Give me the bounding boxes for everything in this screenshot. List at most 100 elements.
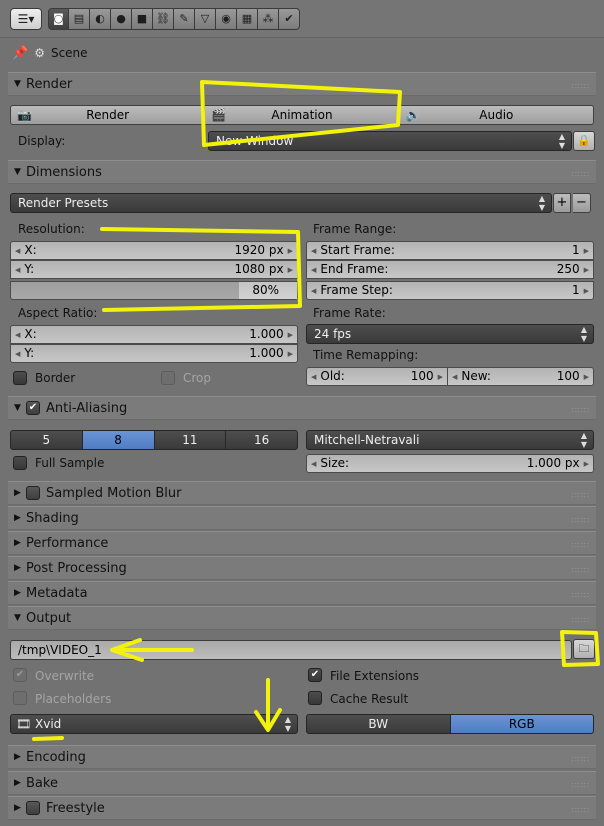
- render-presets-dropdown[interactable]: Render Presets ▲ ▼: [10, 193, 552, 213]
- render-button[interactable]: 📷 Render: [10, 105, 206, 125]
- resolution-percentage-slider[interactable]: 80%: [10, 281, 298, 300]
- drag-grip-icon[interactable]: ∷∷∷: [572, 406, 590, 415]
- drag-grip-icon[interactable]: ∷∷∷: [572, 82, 590, 91]
- editor-type-button[interactable]: ☰▾: [10, 8, 42, 30]
- context-tab-physics[interactable]: ✔: [279, 8, 300, 30]
- arrow-left-icon[interactable]: ◀: [452, 373, 457, 381]
- motion-blur-checkbox[interactable]: [26, 486, 40, 500]
- resolution-x-field[interactable]: ◀ X: 1920 px ▶: [10, 241, 298, 260]
- arrow-right-icon[interactable]: ▶: [288, 350, 293, 358]
- drag-grip-icon[interactable]: ∷∷∷: [572, 616, 590, 625]
- aa-sample-11[interactable]: 11: [154, 430, 227, 450]
- arrow-left-icon[interactable]: ◀: [311, 247, 316, 255]
- aa-sample-16[interactable]: 16: [226, 430, 298, 450]
- color-mode-rgb[interactable]: RGB: [450, 714, 594, 734]
- color-mode-bw[interactable]: BW: [306, 714, 451, 734]
- drag-grip-icon[interactable]: ∷∷∷: [572, 755, 590, 764]
- arrow-left-icon[interactable]: ◀: [15, 247, 20, 255]
- render-panel-header[interactable]: ▼ Render ∷∷∷: [8, 72, 596, 96]
- frame-rate-dropdown[interactable]: 24 fps ▲ ▼: [306, 324, 594, 344]
- arrow-right-icon[interactable]: ▶: [584, 373, 589, 381]
- browse-folder-button[interactable]: 🗀: [573, 639, 595, 659]
- output-panel-header[interactable]: ▼ Output ∷∷∷: [8, 606, 596, 630]
- arrow-left-icon[interactable]: ◀: [311, 266, 316, 274]
- cache-result-checkbox[interactable]: [308, 691, 322, 705]
- context-tab-render-layers[interactable]: ▤: [69, 8, 90, 30]
- file-format-dropdown[interactable]: 🎞 Xvid ▲ ▼: [10, 714, 298, 734]
- context-tab-modifier-wrench[interactable]: ✎: [174, 8, 195, 30]
- motion-blur-panel-header[interactable]: ▶ Sampled Motion Blur ∷∷∷: [8, 481, 596, 505]
- aa-size-field[interactable]: ◀ Size: 1.000 px ▶: [306, 454, 594, 473]
- freestyle-checkbox[interactable]: [26, 801, 40, 815]
- display-dropdown[interactable]: New Window ▲ ▼: [208, 131, 572, 151]
- performance-panel-header[interactable]: ▶ Performance ∷∷∷: [8, 531, 596, 555]
- output-path-input[interactable]: /tmp\VIDEO_1: [10, 640, 572, 660]
- aa-samples-selector: 5 8 11 16: [10, 430, 298, 450]
- arrow-left-icon[interactable]: ◀: [311, 287, 316, 295]
- arrow-right-icon[interactable]: ▶: [584, 460, 589, 468]
- context-tab-constraints[interactable]: ⛓: [153, 8, 174, 30]
- start-frame-field[interactable]: ◀ Start Frame: 1 ▶: [306, 241, 594, 260]
- drag-grip-icon[interactable]: ∷∷∷: [572, 170, 590, 179]
- arrow-right-icon[interactable]: ▶: [288, 247, 293, 255]
- aspect-y-field[interactable]: ◀ Y: 1.000 ▶: [10, 344, 298, 363]
- shading-panel-header[interactable]: ▶ Shading ∷∷∷: [8, 506, 596, 530]
- metadata-panel-header[interactable]: ▶ Metadata ∷∷∷: [8, 581, 596, 605]
- context-tab-data-vertex[interactable]: ▽: [195, 8, 216, 30]
- arrow-right-icon[interactable]: ▶: [288, 266, 293, 274]
- placeholders-checkbox[interactable]: [13, 691, 27, 705]
- arrow-right-icon[interactable]: ▶: [288, 331, 293, 339]
- file-extensions-checkbox[interactable]: ✔: [308, 668, 322, 682]
- arrow-left-icon[interactable]: ◀: [15, 331, 20, 339]
- arrow-right-icon[interactable]: ▶: [584, 247, 589, 255]
- aa-sample-5[interactable]: 5: [10, 430, 83, 450]
- drag-grip-icon[interactable]: ∷∷∷: [572, 806, 590, 815]
- context-tab-scene[interactable]: ◐: [90, 8, 111, 30]
- aa-filter-dropdown[interactable]: Mitchell-Netravali ▲ ▼: [306, 430, 594, 450]
- resolution-y-field[interactable]: ◀ Y: 1080 px ▶: [10, 260, 298, 279]
- context-tab-material[interactable]: ◉: [216, 8, 237, 30]
- arrow-right-icon[interactable]: ▶: [584, 266, 589, 274]
- material-icon: ◉: [221, 12, 231, 25]
- lock-interface-button[interactable]: 🔒: [573, 131, 595, 151]
- drag-grip-icon[interactable]: ∷∷∷: [572, 491, 590, 500]
- dimensions-panel-header[interactable]: ▼ Dimensions ∷∷∷: [8, 160, 596, 184]
- arrow-left-icon[interactable]: ◀: [311, 460, 316, 468]
- border-checkbox[interactable]: [13, 371, 27, 385]
- context-tab-render[interactable]: ◙: [48, 8, 69, 30]
- drag-grip-icon[interactable]: ∷∷∷: [572, 566, 590, 575]
- drag-grip-icon[interactable]: ∷∷∷: [572, 591, 590, 600]
- bake-panel-header[interactable]: ▶ Bake ∷∷∷: [8, 771, 596, 795]
- animation-button[interactable]: 🎬 Animation: [205, 105, 400, 125]
- context-tab-object[interactable]: ■: [132, 8, 153, 30]
- context-tab-texture[interactable]: ▦: [237, 8, 258, 30]
- overwrite-checkbox[interactable]: ✔: [13, 668, 27, 682]
- anti-aliasing-panel-header[interactable]: ▼ ✔ Anti-Aliasing ∷∷∷: [8, 396, 596, 420]
- full-sample-checkbox[interactable]: [13, 456, 27, 470]
- freestyle-panel-header[interactable]: ▶ Freestyle ∷∷∷: [8, 796, 596, 820]
- remap-old-field[interactable]: ◀ Old: 100 ▶: [306, 367, 448, 386]
- drag-grip-icon[interactable]: ∷∷∷: [572, 541, 590, 550]
- arrow-left-icon[interactable]: ◀: [311, 373, 316, 381]
- drag-grip-icon[interactable]: ∷∷∷: [572, 781, 590, 790]
- audio-button[interactable]: 🔊 Audio: [399, 105, 594, 125]
- add-preset-button[interactable]: +: [553, 193, 571, 213]
- arrow-right-icon[interactable]: ▶: [584, 287, 589, 295]
- post-processing-panel-header[interactable]: ▶ Post Processing ∷∷∷: [8, 556, 596, 580]
- arrow-left-icon[interactable]: ◀: [15, 266, 20, 274]
- frame-step-field[interactable]: ◀ Frame Step: 1 ▶: [306, 281, 594, 300]
- drag-grip-icon[interactable]: ∷∷∷: [572, 516, 590, 525]
- encoding-panel-header[interactable]: ▶ Encoding ∷∷∷: [8, 745, 596, 769]
- context-tab-particles[interactable]: ⁂: [258, 8, 279, 30]
- anti-aliasing-checkbox[interactable]: ✔: [26, 401, 40, 415]
- arrow-right-icon[interactable]: ▶: [438, 373, 443, 381]
- pin-icon[interactable]: 📌: [12, 46, 28, 61]
- aa-sample-8[interactable]: 8: [82, 430, 155, 450]
- remap-new-field[interactable]: ◀ New: 100 ▶: [448, 367, 594, 386]
- context-tab-world[interactable]: ●: [111, 8, 132, 30]
- remove-preset-button[interactable]: −: [573, 193, 591, 213]
- crop-checkbox[interactable]: [161, 371, 175, 385]
- end-frame-field[interactable]: ◀ End Frame: 250 ▶: [306, 260, 594, 279]
- aspect-x-field[interactable]: ◀ X: 1.000 ▶: [10, 325, 298, 344]
- arrow-left-icon[interactable]: ◀: [15, 350, 20, 358]
